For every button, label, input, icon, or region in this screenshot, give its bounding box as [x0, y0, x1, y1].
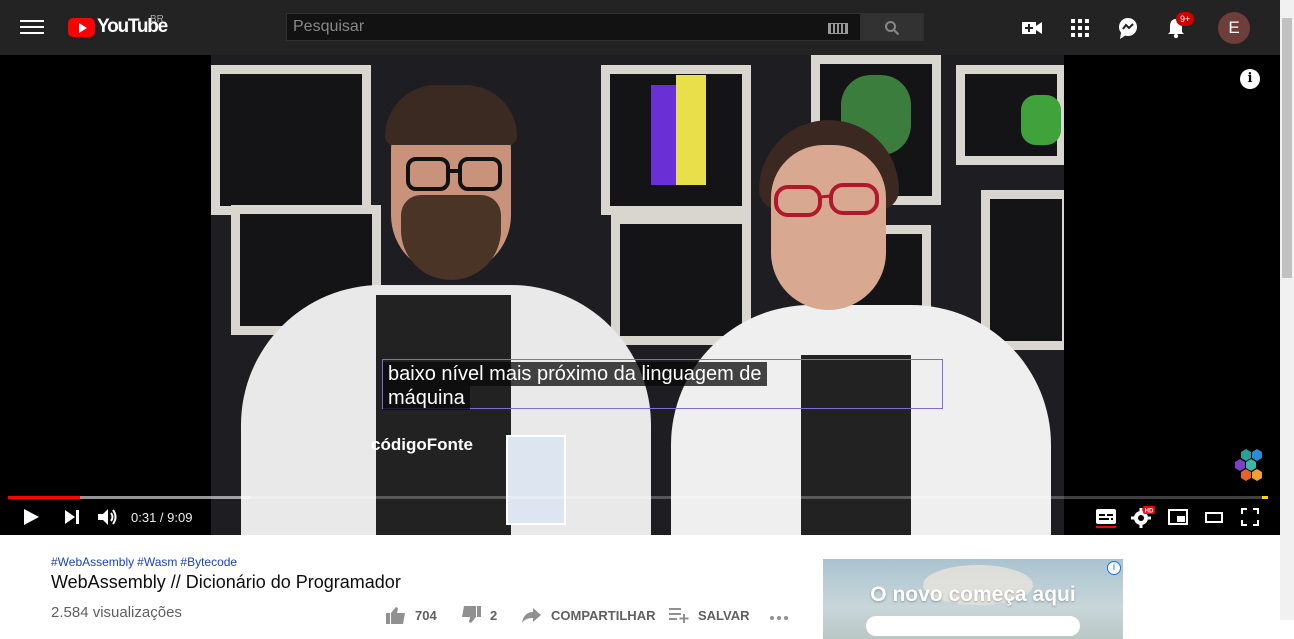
toy-figure	[676, 75, 706, 185]
dislike-button[interactable]: 2	[460, 606, 497, 624]
menu-icon[interactable]	[20, 17, 44, 37]
hashtags: #WebAssembly #Wasm #Bytecode	[51, 555, 240, 569]
volume-icon[interactable]	[96, 506, 120, 528]
dislike-count: 2	[490, 607, 498, 623]
person-right-head	[771, 145, 886, 310]
share-button[interactable]: COMPARTILHAR	[521, 606, 655, 624]
person-left-hair	[385, 85, 517, 145]
ad-banner[interactable]: O novo começa aqui i	[823, 559, 1123, 639]
person-left-beard	[401, 195, 501, 280]
ad-button-shape[interactable]	[866, 616, 1080, 636]
ad-choices-icon[interactable]: i	[1107, 561, 1121, 575]
progress-played	[8, 496, 80, 499]
toy-figure	[1021, 95, 1061, 145]
add-to-playlist-icon	[669, 608, 689, 623]
more-actions-button[interactable]	[768, 606, 798, 624]
video-frame[interactable]: códigoFonte	[211, 55, 1064, 535]
video-player[interactable]: códigoFonte baixo nível mais próximo da …	[0, 55, 1280, 535]
theater-mode-icon[interactable]	[1203, 506, 1225, 528]
search-button[interactable]	[861, 13, 924, 41]
search-icon	[885, 21, 900, 36]
notification-badge: 9+	[1176, 12, 1195, 26]
share-icon	[522, 608, 541, 623]
create-video-icon[interactable]	[1019, 15, 1045, 41]
play-icon[interactable]	[20, 506, 42, 528]
info-card-icon[interactable]: i	[1240, 69, 1260, 89]
caption-line: baixo nível mais próximo da linguagem de	[383, 362, 767, 386]
video-title: WebAssembly // Dicionário do Programador	[51, 572, 401, 592]
background-shelf	[611, 215, 751, 345]
caption-window[interactable]: baixo nível mais próximo da linguagem de…	[382, 359, 943, 410]
page-scrollbar[interactable]	[1280, 0, 1294, 620]
hashtag-link[interactable]: #WebAssembly	[51, 555, 134, 569]
shirt-logo-text: códigoFonte	[371, 435, 473, 454]
hd-badge: HD	[1145, 509, 1154, 515]
search-box	[286, 13, 861, 41]
view-count: 2.584 visualizações	[51, 604, 182, 621]
background-shelf	[981, 190, 1064, 350]
like-button[interactable]: 704	[385, 606, 437, 624]
time-display: 0:31 / 9:09	[131, 510, 193, 525]
channel-watermark-icon[interactable]	[1232, 448, 1264, 482]
background-shelf	[211, 65, 371, 215]
scrollbar-thumb[interactable]	[1282, 18, 1292, 278]
messages-icon[interactable]	[1115, 15, 1141, 41]
search-input[interactable]	[287, 14, 817, 40]
more-dots-icon	[770, 616, 788, 620]
person-right-glasses	[774, 183, 879, 217]
thumbs-up-icon	[386, 607, 405, 624]
thumbs-down-icon	[462, 606, 481, 623]
subtitles-icon[interactable]	[1095, 506, 1117, 528]
keyboard-icon[interactable]	[828, 23, 848, 34]
progress-end-marker	[1262, 496, 1268, 499]
avatar[interactable]: E	[1218, 12, 1250, 44]
caption-line: máquina	[383, 386, 470, 410]
next-video-icon[interactable]	[62, 506, 82, 528]
like-count: 704	[415, 607, 437, 623]
hashtag-link[interactable]: #Wasm	[137, 555, 177, 569]
settings-gear-icon[interactable]: HD	[1131, 506, 1155, 528]
miniplayer-icon[interactable]	[1167, 506, 1189, 528]
masthead: YouTube BR 9+ E	[0, 0, 1280, 55]
apps-grid-icon[interactable]	[1067, 15, 1093, 41]
progress-bar[interactable]	[8, 496, 1268, 499]
caption-text: baixo nível mais próximo da linguagem de…	[383, 362, 803, 410]
region-code: BR	[150, 14, 164, 25]
save-button[interactable]: SALVAR	[668, 606, 750, 624]
ad-text: O novo começa aqui	[870, 583, 1076, 606]
badge-card	[506, 435, 566, 525]
share-label: COMPARTILHAR	[551, 607, 656, 623]
hashtag-link[interactable]: #Bytecode	[180, 555, 237, 569]
fullscreen-icon[interactable]	[1239, 506, 1261, 528]
person-left-glasses	[406, 157, 502, 191]
person-left-shirt	[376, 295, 511, 535]
save-label: SALVAR	[698, 607, 750, 623]
youtube-play-icon	[68, 17, 95, 37]
